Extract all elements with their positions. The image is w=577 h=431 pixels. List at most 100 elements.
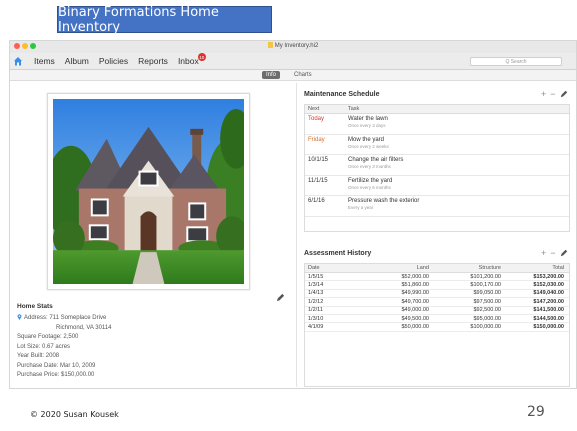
nav-inbox-label: Inbox xyxy=(177,56,199,66)
year-built: Year Built: 2008 xyxy=(17,353,60,359)
panel-divider xyxy=(296,83,297,387)
assessment-structure: $99,050.00 xyxy=(473,290,501,297)
maintenance-task-cell: Pressure wash the exterior Every a year xyxy=(348,196,419,216)
maintenance-table: Next Task Today Water the lawn Once ever… xyxy=(304,104,570,232)
nav-album[interactable]: Album xyxy=(65,56,89,66)
maintenance-row[interactable]: Friday Mow the yard Once every 2 weeks xyxy=(305,135,569,155)
home-icon[interactable] xyxy=(13,56,23,66)
location-pin-icon[interactable] xyxy=(17,314,22,320)
maintenance-next: 10/1/15 xyxy=(308,157,329,163)
assessment-date: 1/5/15 xyxy=(308,273,324,280)
home-stats-title: Home Stats xyxy=(17,303,53,310)
assessment-land: $49,700.00 xyxy=(401,298,429,305)
maintenance-task: Mow the yard xyxy=(348,136,385,143)
edit-assessment-pencil-icon[interactable] xyxy=(560,249,568,257)
slide-title: Binary Formations Home Inventory xyxy=(57,5,272,35)
assessment-row[interactable]: 1/2/11 $49,000.00 $92,500.00 $141,500.00 xyxy=(305,307,569,315)
assessment-row[interactable]: 1/3/14 $51,860.00 $100,170.00 $152,030.0… xyxy=(305,281,569,290)
assessment-row[interactable]: 4/1/09 $50,000.00 $100,000.00 $150,000.0… xyxy=(305,323,569,332)
maintenance-task: Pressure wash the exterior xyxy=(348,198,420,204)
assessment-total: $147,200.00 xyxy=(533,298,564,305)
assessment-land: $52,000.00 xyxy=(401,273,429,280)
maintenance-row[interactable]: 6/1/16 Pressure wash the exterior Every … xyxy=(305,196,569,217)
lot-size: Lot Size: 0.67 acres xyxy=(17,343,71,350)
assessment-row[interactable]: 1/2/12 $49,700.00 $97,500.00 $147,200.00 xyxy=(305,298,569,307)
maintenance-frequency: Every a year xyxy=(348,205,374,210)
assessment-total: $152,030.00 xyxy=(533,282,564,289)
maintenance-task: Water the lawn xyxy=(348,116,388,122)
maintenance-next: 11/1/15 xyxy=(308,177,328,184)
assessment-date: 1/2/12 xyxy=(308,298,324,305)
assessment-land: $50,000.00 xyxy=(401,324,429,331)
assessment-date: 1/2/11 xyxy=(308,307,323,314)
assessment-land: $49,000.00 xyxy=(401,307,429,314)
assessment-date: 1/4/13 xyxy=(308,290,324,297)
maintenance-frequency: Once every 3 days xyxy=(348,123,386,128)
maintenance-frequency: Once every 6 months xyxy=(348,184,391,190)
toolbar: Items Album Policies Reports Inbox 10 Q … xyxy=(10,53,576,70)
document-title-text: My Inventory.hi2 xyxy=(274,43,319,49)
assessment-total: $144,500.00 xyxy=(533,315,564,322)
tab-charts[interactable]: Charts xyxy=(290,71,316,79)
app-window: My Inventory.hi2 Items Album Policies Re… xyxy=(9,40,577,389)
maintenance-task-cell: Water the lawn Once every 3 days xyxy=(348,114,388,134)
purchase-date: Purchase Date: Mar 10, 2009 xyxy=(17,362,96,369)
remove-assessment-button[interactable]: − xyxy=(550,248,555,258)
slide-page-number: 29 xyxy=(527,404,545,420)
remove-maintenance-button[interactable]: − xyxy=(550,89,555,99)
maintenance-row[interactable]: 11/1/15 Fertilize the yard Once every 6 … xyxy=(305,176,569,196)
document-icon xyxy=(267,42,273,48)
col-land[interactable]: Land xyxy=(355,265,429,271)
slide: Binary Formations Home Inventory My Inve… xyxy=(0,0,577,431)
purchase-price: Purchase Price: $150,000.00 xyxy=(17,372,95,378)
address-line-1: 711 Someplace Drive xyxy=(49,315,107,321)
address-label: Address: xyxy=(24,315,48,321)
assessment-history-title: Assessment History xyxy=(304,250,372,257)
square-footage: Square Footage: 2,500 xyxy=(17,334,79,340)
view-tabs: Info Charts xyxy=(10,70,576,81)
maintenance-task-cell: Change the air filters Once every 3 mont… xyxy=(348,155,403,175)
maintenance-header: Next Task xyxy=(305,105,569,114)
home-photo-frame[interactable] xyxy=(47,93,250,290)
add-maintenance-button[interactable]: + xyxy=(541,89,546,99)
maintenance-frequency: Once every 2 weeks xyxy=(348,143,389,149)
maintenance-task-cell: Fertilize the yard Once every 6 months xyxy=(348,176,392,196)
house-photo xyxy=(53,99,244,284)
maintenance-task: Change the air filters xyxy=(348,157,404,163)
maintenance-next: Today xyxy=(308,116,325,122)
assessment-land: $49,990.00 xyxy=(401,290,429,297)
maintenance-row[interactable]: Today Water the lawn Once every 3 days xyxy=(305,114,569,135)
assessment-structure: $101,200.00 xyxy=(470,273,501,280)
col-date[interactable]: Date xyxy=(305,265,355,271)
assessment-structure: $100,170.00 xyxy=(470,282,501,289)
tab-info[interactable]: Info xyxy=(262,71,281,79)
assessment-structure: $100,000.00 xyxy=(470,324,501,331)
assessment-row[interactable]: 1/4/13 $49,990.00 $99,050.00 $149,040.00 xyxy=(305,290,569,299)
assessment-row[interactable]: 1/5/15 $52,000.00 $101,200.00 $153,200.0… xyxy=(305,273,569,282)
col-structure[interactable]: Structure xyxy=(429,265,501,271)
edit-home-stats-pencil-icon[interactable] xyxy=(276,293,285,302)
col-total[interactable]: Total xyxy=(501,265,567,271)
maintenance-row[interactable]: 10/1/15 Change the air filters Once ever… xyxy=(305,155,569,176)
maintenance-next: Friday xyxy=(308,136,325,143)
edit-maintenance-pencil-icon[interactable] xyxy=(560,90,568,98)
maintenance-next: 6/1/16 xyxy=(308,198,325,204)
assessment-total: $149,040.00 xyxy=(533,290,564,297)
assessment-structure: $92,500.00 xyxy=(473,307,501,314)
search-input[interactable]: Q Search xyxy=(470,57,562,66)
document-title: My Inventory.hi2 xyxy=(10,42,576,49)
maintenance-task: Fertilize the yard xyxy=(348,177,393,184)
nav-items[interactable]: Items xyxy=(34,56,55,66)
add-assessment-button[interactable]: + xyxy=(541,248,546,258)
col-task[interactable]: Task xyxy=(348,106,359,112)
assessment-total: $153,200.00 xyxy=(533,273,564,280)
assessment-row[interactable]: 1/3/10 $49,500.00 $95,000.00 $144,500.00 xyxy=(305,315,569,324)
assessment-structure: $95,000.00 xyxy=(473,315,501,322)
nav-policies[interactable]: Policies xyxy=(99,56,128,66)
assessment-structure: $97,500.00 xyxy=(473,298,501,305)
slide-footer: © 2020 Susan Kousek xyxy=(30,410,119,419)
col-next[interactable]: Next xyxy=(305,106,348,112)
maintenance-frequency: Once every 3 months xyxy=(348,164,391,169)
nav-reports[interactable]: Reports xyxy=(138,56,168,66)
nav-inbox[interactable]: Inbox 10 xyxy=(177,53,206,66)
